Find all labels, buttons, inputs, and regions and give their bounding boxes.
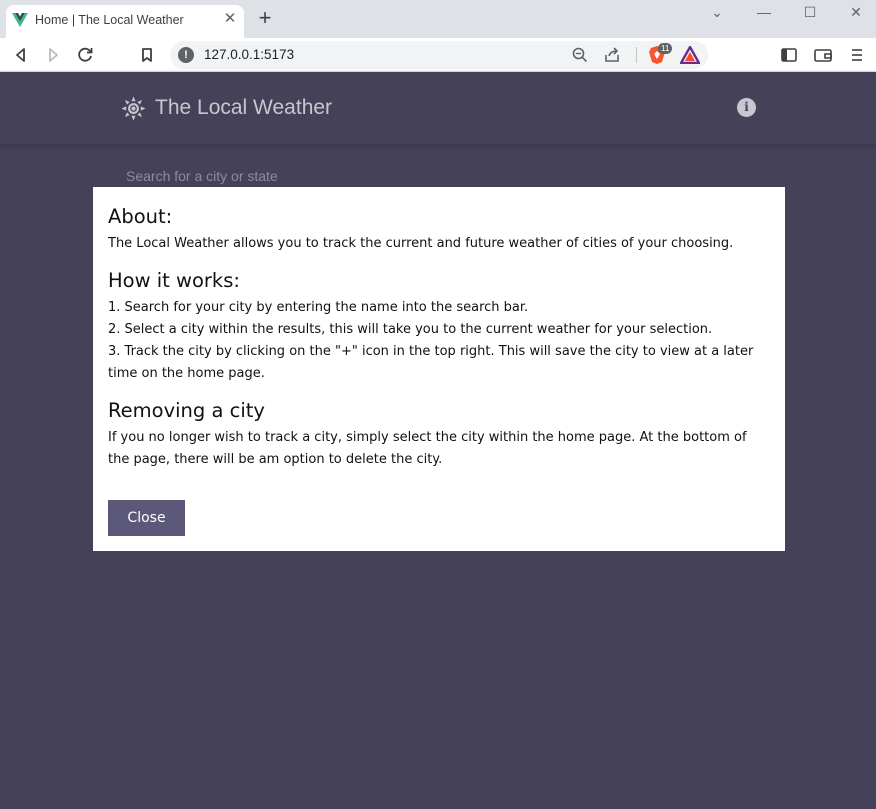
url-text[interactable]: 127.0.0.1:5173 xyxy=(204,47,294,62)
tab-search-chevron-icon[interactable]: ⌄ xyxy=(705,2,729,22)
brave-rewards-icon[interactable] xyxy=(680,46,700,64)
minimize-button[interactable]: — xyxy=(752,2,776,22)
about-modal: About: The Local Weather allows you to t… xyxy=(93,187,785,551)
shields-count-badge: 11 xyxy=(658,43,673,54)
forward-icon[interactable] xyxy=(41,43,65,67)
vue-logo-icon xyxy=(12,13,28,27)
step-2-text: 2. Select a city within the results, thi… xyxy=(108,322,713,337)
browser-toolbar: ! 127.0.0.1:5173 11 xyxy=(0,38,876,72)
tab-title: Home | The Local Weather xyxy=(35,13,184,27)
sidebar-toggle-icon[interactable] xyxy=(777,43,801,67)
how-it-works-heading: How it works: xyxy=(108,269,240,292)
maximize-button[interactable]: ☐ xyxy=(798,2,822,22)
step-3-text: 3. Track the city by clicking on the "+"… xyxy=(108,344,754,381)
about-text: The Local Weather allows you to track th… xyxy=(108,236,734,251)
removing-city-heading: Removing a city xyxy=(108,399,265,422)
browser-tabstrip: Home | The Local Weather ✕ + ⌄ — ☐ ✕ xyxy=(0,0,876,38)
removing-city-text: If you no longer wish to track a city, s… xyxy=(108,430,747,467)
back-icon[interactable] xyxy=(9,43,33,67)
about-section: About: The Local Weather allows you to t… xyxy=(108,205,770,255)
how-it-works-section: How it works: 1. Search for your city by… xyxy=(108,269,770,385)
about-heading: About: xyxy=(108,205,173,228)
omnibox-divider xyxy=(636,47,637,63)
new-tab-button[interactable]: + xyxy=(255,7,275,30)
window-close-button[interactable]: ✕ xyxy=(844,2,868,22)
wallet-icon[interactable] xyxy=(811,43,835,67)
close-button[interactable]: Close xyxy=(108,500,185,536)
reload-icon[interactable] xyxy=(73,43,97,67)
browser-tab[interactable]: Home | The Local Weather ✕ xyxy=(6,5,244,38)
removing-city-section: Removing a city If you no longer wish to… xyxy=(108,399,770,471)
step-1-text: 1. Search for your city by entering the … xyxy=(108,300,529,315)
share-icon[interactable] xyxy=(602,45,622,65)
address-bar[interactable]: ! 127.0.0.1:5173 11 xyxy=(170,41,708,69)
site-info-icon[interactable]: ! xyxy=(178,47,194,63)
menu-icon[interactable] xyxy=(845,43,869,67)
tab-close-icon[interactable]: ✕ xyxy=(222,11,238,27)
zoom-icon[interactable] xyxy=(570,45,590,65)
bookmark-icon[interactable] xyxy=(135,43,159,67)
